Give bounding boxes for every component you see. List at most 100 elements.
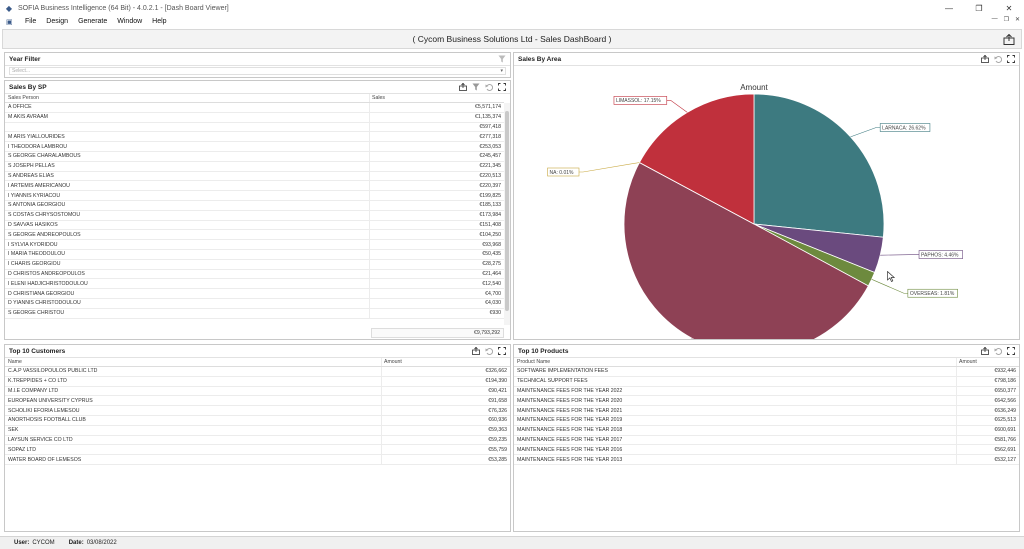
cell-name: LAYSUN SERVICE CO LTD xyxy=(8,436,73,443)
table-row[interactable]: S GEORGE ANDREOPOULOS €104,250 xyxy=(5,230,504,241)
table-row[interactable]: S JOSEPH PELLAS €221,345 xyxy=(5,161,504,172)
column-header-sales[interactable]: Sales xyxy=(369,94,504,102)
table-row[interactable]: ANORTHOSIS FOOTBALL CLUB €60,936 xyxy=(5,415,510,426)
column-header-product-name[interactable]: Product Name xyxy=(514,359,956,365)
export-icon[interactable] xyxy=(981,347,989,355)
menu-help[interactable]: Help xyxy=(147,18,171,25)
table-row[interactable]: I THEODORA LAMBROU €253,053 xyxy=(5,142,504,152)
scrollbar-thumb[interactable] xyxy=(505,111,509,311)
mdi-close-button[interactable]: ✕ xyxy=(1015,16,1020,23)
cell-amount: €562,691 xyxy=(956,445,1019,455)
table-row[interactable]: LAYSUN SERVICE CO LTD €59,235 xyxy=(5,435,510,446)
year-filter-select[interactable]: Select... ▾ xyxy=(9,67,506,75)
table-row[interactable]: D SAVVAS HASIKOS €151,408 xyxy=(5,220,504,231)
table-row[interactable]: S GEORGE CHRISTOU €930 xyxy=(5,308,504,319)
undo-icon[interactable] xyxy=(485,83,493,91)
table-row[interactable]: SOFTWARE IMPLEMENTATION FEES €932,446 xyxy=(514,367,1019,377)
table-row[interactable]: S ANDREAS ELIAS €220,513 xyxy=(5,171,504,182)
table-row[interactable]: I ELENI HADJICHRISTODOULOU €12,540 xyxy=(5,279,504,290)
table-row[interactable]: MAINTENANCE FEES FOR THE YEAR 2019 €625,5… xyxy=(514,415,1019,426)
minimize-button[interactable]: — xyxy=(934,0,964,16)
cell-amount: €76,326 xyxy=(381,406,510,415)
export-icon[interactable] xyxy=(459,83,467,91)
vertical-scrollbar[interactable] xyxy=(504,103,510,325)
export-icon[interactable] xyxy=(472,347,480,355)
maximize-icon[interactable] xyxy=(1007,347,1015,355)
cell-amount: €104,250 xyxy=(369,230,504,240)
table-row[interactable]: SCHOLIKI EFORIA LEMESOU €76,326 xyxy=(5,406,510,416)
menu-file[interactable]: File xyxy=(20,18,41,25)
table-row[interactable]: S ANTONIA GEORGIOU €185,133 xyxy=(5,200,504,211)
cell-amount: €60,936 xyxy=(381,415,510,425)
window-titlebar: ◆ SOFIA Business Intelligence (64 Bit) -… xyxy=(0,0,1024,16)
table-row[interactable]: I YIANNIS KYRIACOU €199,825 xyxy=(5,191,504,201)
table-row[interactable]: D YIANNIS CHRISTODOULOU €4,030 xyxy=(5,298,504,309)
mouse-cursor-icon xyxy=(887,271,895,282)
export-icon[interactable] xyxy=(1003,34,1015,45)
restore-button[interactable]: ❐ xyxy=(964,0,994,16)
table-row[interactable]: C.A.P VASSILOPOULOS PUBLIC LTD €326,662 xyxy=(5,367,510,377)
table-row[interactable]: SEK €59,363 xyxy=(5,425,510,436)
sales-by-area-panel: Sales By Area Amount LARNACA: 26.62% PAPH… xyxy=(513,52,1020,356)
undo-icon[interactable] xyxy=(485,347,493,355)
cell-name: I YIANNIS KYRIACOU xyxy=(8,192,61,199)
table-row[interactable]: A OFFICE €5,571,174 xyxy=(5,103,504,113)
table-row[interactable]: MAINTENANCE FEES FOR THE YEAR 2013 €532,1… xyxy=(514,455,1019,465)
cell-name: I CHARIS GEORGIOU xyxy=(8,261,61,268)
mdi-restore-button[interactable]: ❐ xyxy=(1004,16,1009,23)
table-row[interactable]: TECHNICAL SUPPORT FEES €798,186 xyxy=(514,376,1019,387)
date-value: 03/08/2022 xyxy=(86,540,117,546)
table-row[interactable]: MAINTENANCE FEES FOR THE YEAR 2017 €581,7… xyxy=(514,435,1019,446)
table-row[interactable]: WATER BOARD OF LEMESOS €53,285 xyxy=(5,455,510,465)
table-row[interactable]: I CHARIS GEORGIOU €28,275 xyxy=(5,259,504,270)
maximize-icon[interactable] xyxy=(1007,55,1015,63)
menu-window[interactable]: Window xyxy=(112,18,147,25)
table-row[interactable]: MAINTENANCE FEES FOR THE YEAR 2016 €562,6… xyxy=(514,445,1019,456)
table-row[interactable]: €597,418 xyxy=(5,122,504,133)
cell-name: S COSTAS CHRYSOSTOMOU xyxy=(8,212,81,219)
undo-icon[interactable] xyxy=(994,55,1002,63)
mdi-minimize-button[interactable]: — xyxy=(992,16,998,23)
cell-amount: €636,249 xyxy=(956,406,1019,415)
table-row[interactable]: D CHRISTIANA GEORGIOU €4,700 xyxy=(5,289,504,299)
table-row[interactable]: K.TREPPIDES + CO LTD €194,390 xyxy=(5,376,510,387)
table-row[interactable]: M ARIS YIALLOURIDES €277,318 xyxy=(5,132,504,143)
maximize-icon[interactable] xyxy=(498,347,506,355)
sales-by-area-title: Sales By Area xyxy=(518,55,562,63)
menu-generate[interactable]: Generate xyxy=(73,18,112,25)
table-row[interactable]: I SYLVIA KYORIDOU €93,968 xyxy=(5,240,504,250)
close-button[interactable]: ✕ xyxy=(994,0,1024,16)
pie-slice-larnaca[interactable] xyxy=(753,93,885,238)
filter-icon[interactable] xyxy=(498,55,506,63)
table-row[interactable]: I ARTEMIS AMERICANOU €220,397 xyxy=(5,181,504,192)
maximize-icon[interactable] xyxy=(498,83,506,91)
table-row[interactable]: M AKIS AVRAAM €1,135,374 xyxy=(5,112,504,123)
column-header-amount[interactable]: Amount xyxy=(956,358,1019,366)
cell-name: D CHRISTIANA GEORGIOU xyxy=(8,290,75,297)
column-header-sales-person[interactable]: Sales Person xyxy=(5,95,369,101)
export-icon[interactable] xyxy=(981,55,989,63)
cell-amount: €4,700 xyxy=(369,289,504,298)
column-header-amount[interactable]: Amount xyxy=(381,358,510,366)
table-row[interactable]: MAINTENANCE FEES FOR THE YEAR 2020 €642,5… xyxy=(514,396,1019,407)
grid-header-row: Sales Person Sales xyxy=(5,94,504,103)
filter-icon[interactable] xyxy=(472,83,480,91)
user-label: User: xyxy=(14,540,30,546)
table-row[interactable]: SOPAZ LTD €55,759 xyxy=(5,445,510,456)
table-row[interactable]: I MARIA THEODOULOU €50,435 xyxy=(5,249,504,260)
table-row[interactable]: EUROPEAN UNIVERSITY CYPRUS €91,658 xyxy=(5,396,510,407)
cell-amount: €59,363 xyxy=(381,425,510,435)
table-row[interactable]: S GEORGE CHARALAMBOUS €245,457 xyxy=(5,151,504,162)
table-row[interactable]: M.I.E COMPANY LTD €90,421 xyxy=(5,386,510,397)
table-row[interactable]: MAINTENANCE FEES FOR THE YEAR 2018 €600,6… xyxy=(514,425,1019,436)
table-row[interactable]: MAINTENANCE FEES FOR THE YEAR 2022 €650,3… xyxy=(514,386,1019,397)
table-row[interactable]: MAINTENANCE FEES FOR THE YEAR 2021 €636,2… xyxy=(514,406,1019,416)
column-header-name[interactable]: Name xyxy=(5,359,381,365)
undo-icon[interactable] xyxy=(994,347,1002,355)
cell-amount: €199,825 xyxy=(369,191,504,200)
table-row[interactable]: D CHRISTOS ANDREOPOULOS €21,464 xyxy=(5,269,504,280)
sales-by-sp-grid: Sales Person Sales A OFFICE €5,571,174 M A… xyxy=(5,94,504,319)
menu-design[interactable]: Design xyxy=(41,18,73,25)
table-row[interactable]: S COSTAS CHRYSOSTOMOU €173,984 xyxy=(5,210,504,221)
chevron-down-icon: ▾ xyxy=(500,68,503,74)
